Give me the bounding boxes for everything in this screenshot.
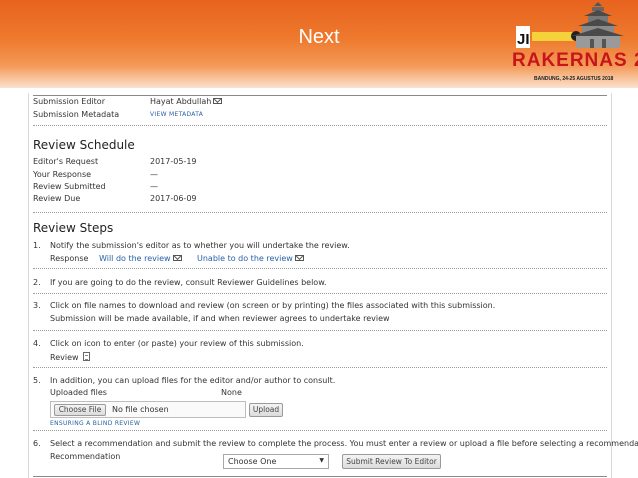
header-banner: Next JI RAKERNAS 2 BANDUNG, 24-25 AGUSTU… [0,0,638,88]
unable-review-label[interactable]: Unable to do the review [197,254,293,263]
step-4-text: Click on icon to enter (or paste) your r… [50,339,304,348]
review-steps-heading: Review Steps [33,221,114,235]
file-input[interactable]: Choose File No file chosen [50,401,246,418]
submission-editor-label: Submission Editor [33,97,105,106]
step-number: 3. [33,301,41,310]
response-label: Response [50,254,89,263]
step-number: 1. [33,241,41,250]
top-divider [33,95,607,96]
schedule-row-label: Your Response [33,170,92,179]
schedule-row-value: — [150,182,158,191]
will-do-review-link[interactable]: Will do the review [99,254,182,263]
logo-wordmark: RAKERNAS 2 [512,50,638,71]
schedule-row-label: Editor's Request [33,157,99,166]
review-schedule-heading: Review Schedule [33,138,135,152]
choose-file-button[interactable]: Choose File [54,404,106,416]
step-6-text: Select a recommendation and submit the r… [50,439,638,448]
email-icon[interactable] [172,255,182,261]
step-number: 6. [33,439,41,448]
submission-editor-value: Hayat Abdullah [150,97,223,106]
step-number: 4. [33,339,41,348]
step-1-text: Notify the submission's editor as to whe… [50,241,350,250]
unable-review-link[interactable]: Unable to do the review [197,254,304,263]
step-number: 5. [33,376,41,385]
review-page: Submission Editor Hayat Abdullah Submiss… [28,93,638,478]
logo-date: BANDUNG, 24-25 AGUSTUS 2018 [534,76,614,82]
divider [33,430,607,431]
submission-metadata-label: Submission Metadata [33,110,120,119]
review-label: Review [50,353,79,362]
schedule-row-label: Review Due [33,194,81,203]
document-icon[interactable] [82,352,90,361]
recommendation-selected-value: Choose One [228,457,277,466]
step-number: 2. [33,278,41,287]
email-icon[interactable] [294,255,304,261]
editor-name: Hayat Abdullah [150,97,212,106]
divider [33,367,607,368]
blind-review-link[interactable]: ENSURING A BLIND REVIEW [50,420,140,427]
submit-review-button[interactable]: Submit Review To Editor [342,454,441,469]
step-2-text: If you are going to do the review, consu… [50,278,327,287]
recommendation-label: Recommendation [50,452,121,461]
review-entry: Review [50,352,90,362]
schedule-row-value: 2017-06-09 [150,194,197,203]
logo-badge-text: JI [517,31,530,48]
step-5-text: In addition, you can upload files for th… [50,376,336,385]
will-do-review-label[interactable]: Will do the review [99,254,171,263]
step-3-text: Click on file names to download and revi… [50,301,496,310]
divider [33,268,607,269]
chevron-down-icon: ▼ [319,457,324,464]
schedule-row-value: — [150,170,158,179]
no-file-chosen-text: No file chosen [112,405,169,414]
schedule-row-label: Review Submitted [33,182,106,191]
event-logo: JI RAKERNAS 2 BANDUNG, 24-25 AGUSTUS 201… [506,2,638,88]
divider [33,330,607,331]
submission-availability-note: Submission will be made available, if an… [50,314,390,323]
email-icon[interactable] [213,98,223,104]
recommendation-select[interactable]: Choose One ▼ [223,454,329,469]
uploaded-files-value: None [221,388,242,397]
divider [33,212,607,213]
uploaded-files-label: Uploaded files [50,388,107,397]
upload-button[interactable]: Upload [249,403,283,417]
building-icon: JI [516,2,624,48]
divider [33,293,607,294]
schedule-row-value: 2017-05-19 [150,157,197,166]
bottom-divider [33,476,607,477]
view-metadata-link[interactable]: VIEW METADATA [150,111,203,118]
divider [33,125,607,126]
